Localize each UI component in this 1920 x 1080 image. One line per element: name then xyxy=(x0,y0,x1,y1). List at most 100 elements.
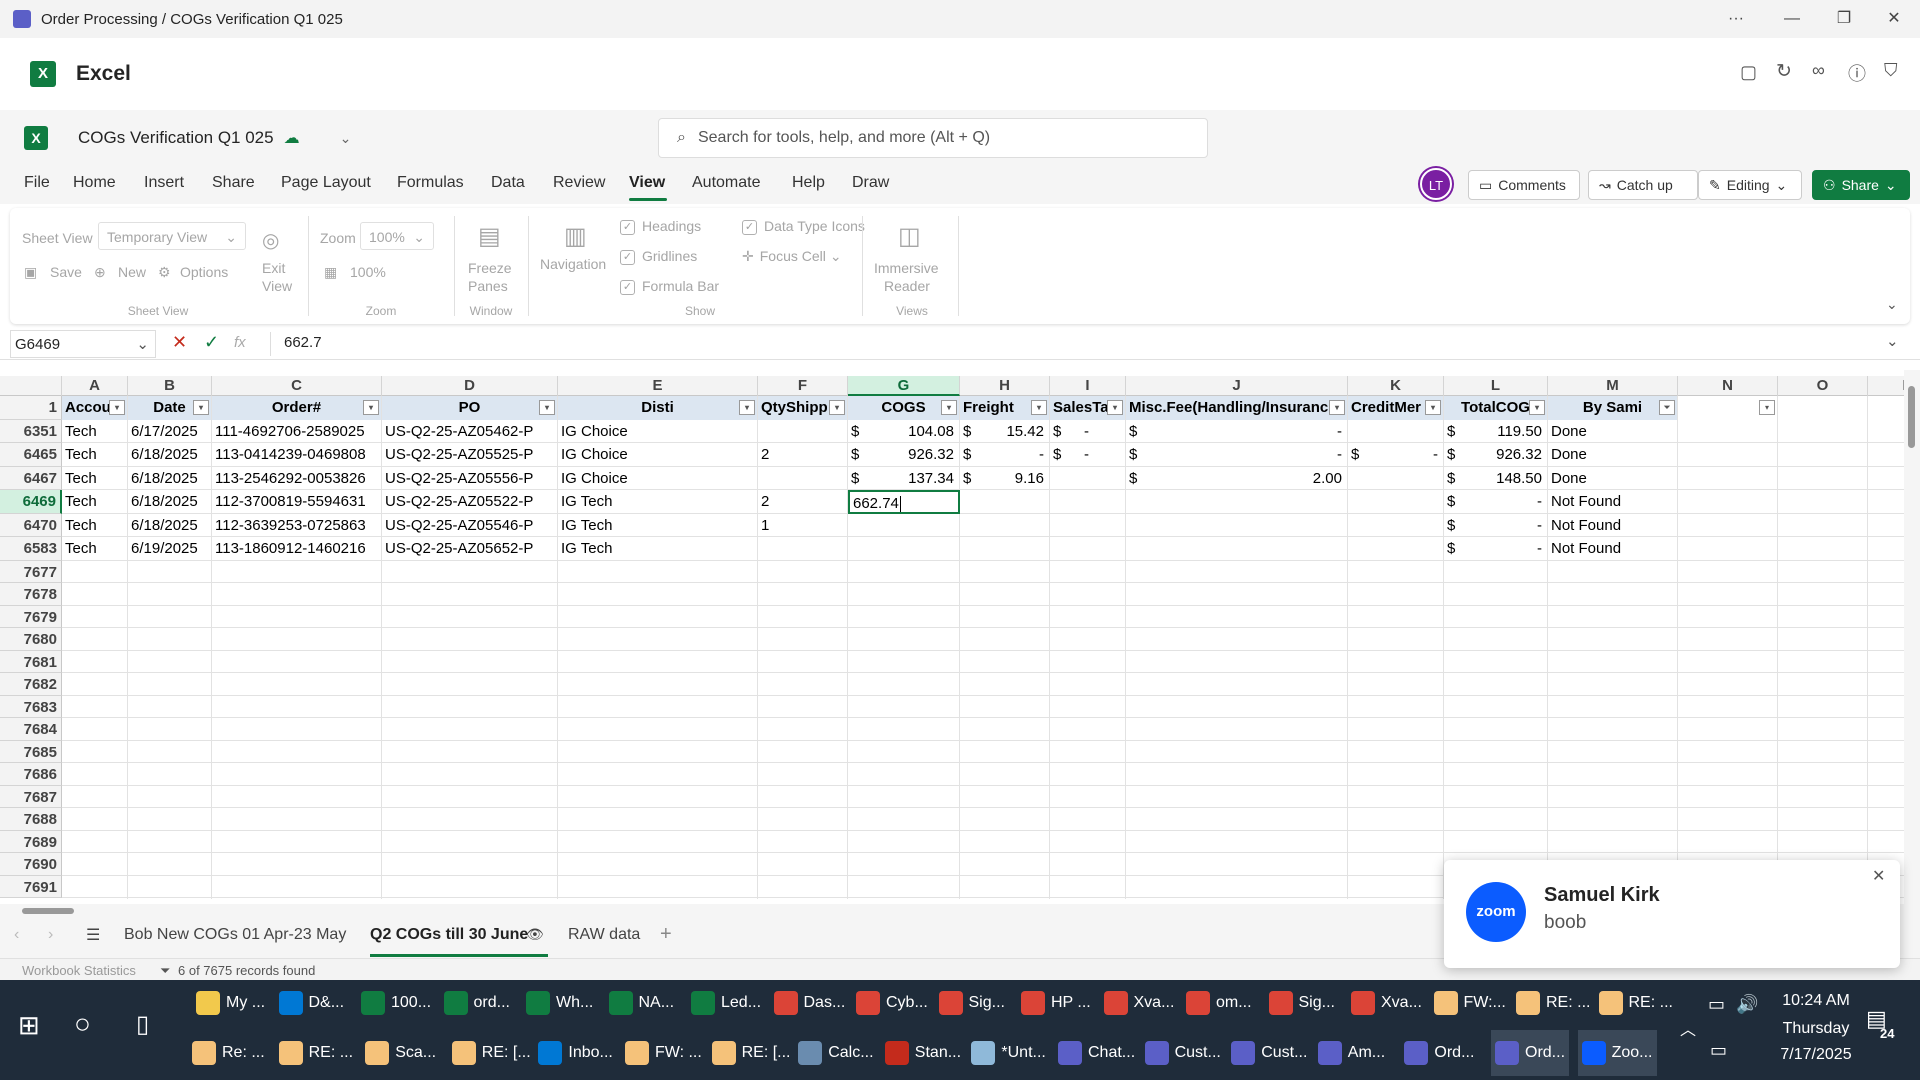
cell-l[interactable] xyxy=(1444,650,1548,674)
cell-e[interactable] xyxy=(558,718,758,742)
header-cell-d[interactable]: PO ▾ xyxy=(382,396,558,420)
cell-e[interactable]: IG Tech xyxy=(558,537,758,561)
active-cell-editor[interactable]: 662.74 xyxy=(848,490,960,514)
cell-c[interactable] xyxy=(212,695,382,719)
cell-g[interactable] xyxy=(848,673,960,697)
header-cell-a[interactable]: Accou ▾ xyxy=(62,396,128,420)
cell-c[interactable] xyxy=(212,763,382,787)
cell-b[interactable]: 6/18/2025 xyxy=(128,490,212,514)
show-hidden-icons[interactable]: ︿ xyxy=(1680,1016,1696,1040)
taskbar-app-button[interactable]: Am... xyxy=(1317,1030,1385,1076)
cell-d[interactable] xyxy=(382,853,558,877)
menu-help[interactable]: Help xyxy=(792,174,825,192)
cell-e[interactable]: IG Choice xyxy=(558,443,758,467)
cell-n[interactable] xyxy=(1678,650,1778,674)
cell-n[interactable] xyxy=(1678,718,1778,742)
cell-k[interactable] xyxy=(1348,785,1444,809)
cell-h[interactable] xyxy=(960,560,1050,584)
filter-applied-icon[interactable]: ⏷ xyxy=(1659,400,1675,415)
cell-h[interactable] xyxy=(960,740,1050,764)
cell-a[interactable]: Tech xyxy=(62,419,128,443)
cell-n[interactable] xyxy=(1678,695,1778,719)
user-avatar[interactable]: LT xyxy=(1420,168,1452,200)
cell-n[interactable] xyxy=(1678,785,1778,809)
cell-d[interactable]: US-Q2-25-AZ05525-P xyxy=(382,443,558,467)
sheet-tab-active[interactable]: Q2 COGs till 30 June xyxy=(370,926,528,944)
cell-k[interactable] xyxy=(1348,673,1444,697)
cell-n[interactable] xyxy=(1678,419,1778,443)
column-header-m[interactable]: M xyxy=(1548,376,1678,396)
cell-i[interactable]: $ - xyxy=(1050,443,1126,467)
row-header[interactable]: 7683 xyxy=(0,695,62,718)
header-cell-k[interactable]: CreditMer ▾ xyxy=(1348,396,1444,420)
taskbar-app-button[interactable]: Calc... xyxy=(798,1030,874,1076)
cell-k[interactable] xyxy=(1348,605,1444,629)
cell-a[interactable] xyxy=(62,830,128,854)
cell-i[interactable] xyxy=(1050,537,1126,561)
cell-j[interactable] xyxy=(1126,560,1348,584)
row-header[interactable]: 6465 xyxy=(0,443,62,467)
cell-n[interactable] xyxy=(1678,490,1778,514)
taskbar-app-button[interactable]: Xva... xyxy=(1103,980,1174,1026)
cell-e[interactable]: IG Choice xyxy=(558,419,758,443)
scroll-thumb[interactable] xyxy=(1908,386,1915,448)
row-header[interactable]: 7685 xyxy=(0,740,62,763)
row-header[interactable]: 6351 xyxy=(0,419,62,443)
cell-n[interactable] xyxy=(1678,628,1778,652)
taskbar-app-button[interactable]: ord... xyxy=(443,980,510,1026)
chat-icon[interactable]: ▢ xyxy=(1740,62,1757,83)
prev-sheet-icon[interactable]: ‹ xyxy=(14,926,19,944)
cell-n[interactable] xyxy=(1678,513,1778,537)
cell-i[interactable] xyxy=(1050,560,1126,584)
cell-i[interactable] xyxy=(1050,628,1126,652)
menu-formulas[interactable]: Formulas xyxy=(397,174,464,192)
taskbar-app-button[interactable]: Wh... xyxy=(526,980,593,1026)
cell-f[interactable] xyxy=(758,419,848,443)
cell-g[interactable] xyxy=(848,740,960,764)
cell-o[interactable] xyxy=(1778,808,1868,832)
zoom-100-button[interactable]: 100% xyxy=(350,264,386,280)
column-header-k[interactable]: K xyxy=(1348,376,1444,396)
row-header[interactable]: 7680 xyxy=(0,628,62,651)
row-header[interactable]: 7678 xyxy=(0,583,62,606)
taskbar-app-button[interactable]: 100... xyxy=(361,980,431,1026)
cell-f[interactable] xyxy=(758,763,848,787)
cell-h[interactable] xyxy=(960,853,1050,877)
row-header[interactable]: 1 xyxy=(0,396,62,420)
cell-o[interactable] xyxy=(1778,560,1868,584)
taskbar-app-button[interactable]: *Unt... xyxy=(971,1030,1046,1076)
cell-d[interactable] xyxy=(382,673,558,697)
cell-j[interactable] xyxy=(1126,628,1348,652)
cell-i[interactable] xyxy=(1050,673,1126,697)
network-icon[interactable]: ▭ xyxy=(1710,1040,1727,1061)
cell-j[interactable] xyxy=(1126,853,1348,877)
taskbar-app-button[interactable]: Sig... xyxy=(1268,980,1335,1026)
cell-l[interactable] xyxy=(1444,740,1548,764)
cell-c[interactable] xyxy=(212,650,382,674)
next-sheet-icon[interactable]: › xyxy=(48,926,53,944)
header-cell-f[interactable]: QtyShipp ▾ xyxy=(758,396,848,420)
freeze-label-2[interactable]: Panes xyxy=(468,278,508,294)
filter-dropdown-icon[interactable]: ▾ xyxy=(539,400,555,415)
row-header[interactable]: 6583 xyxy=(0,537,62,561)
column-header-a[interactable]: A xyxy=(62,376,128,396)
cell-c[interactable] xyxy=(212,785,382,809)
cell-c[interactable] xyxy=(212,583,382,607)
cell-k[interactable] xyxy=(1348,583,1444,607)
share-button[interactable]: ⚇ Share ⌄ xyxy=(1812,170,1910,200)
taskbar-app-button[interactable]: om... xyxy=(1186,980,1252,1026)
cell-m[interactable] xyxy=(1548,650,1678,674)
column-header-l[interactable]: L xyxy=(1444,376,1548,396)
function-icon[interactable]: fx xyxy=(234,334,246,351)
cell-j[interactable] xyxy=(1126,513,1348,537)
header-cell-i[interactable]: SalesTa ▾ xyxy=(1050,396,1126,420)
new-view-button[interactable]: New xyxy=(118,264,146,280)
taskbar-app-button[interactable]: Re: ... xyxy=(192,1030,265,1076)
cell-n[interactable] xyxy=(1678,583,1778,607)
cell-g[interactable] xyxy=(848,650,960,674)
taskbar-app-button[interactable]: Inbo... xyxy=(538,1030,613,1076)
taskbar-app-button[interactable]: Stan... xyxy=(884,1030,961,1076)
cell-m[interactable] xyxy=(1548,808,1678,832)
taskbar-app-button[interactable]: Xva... xyxy=(1351,980,1422,1026)
cell-a[interactable] xyxy=(62,650,128,674)
